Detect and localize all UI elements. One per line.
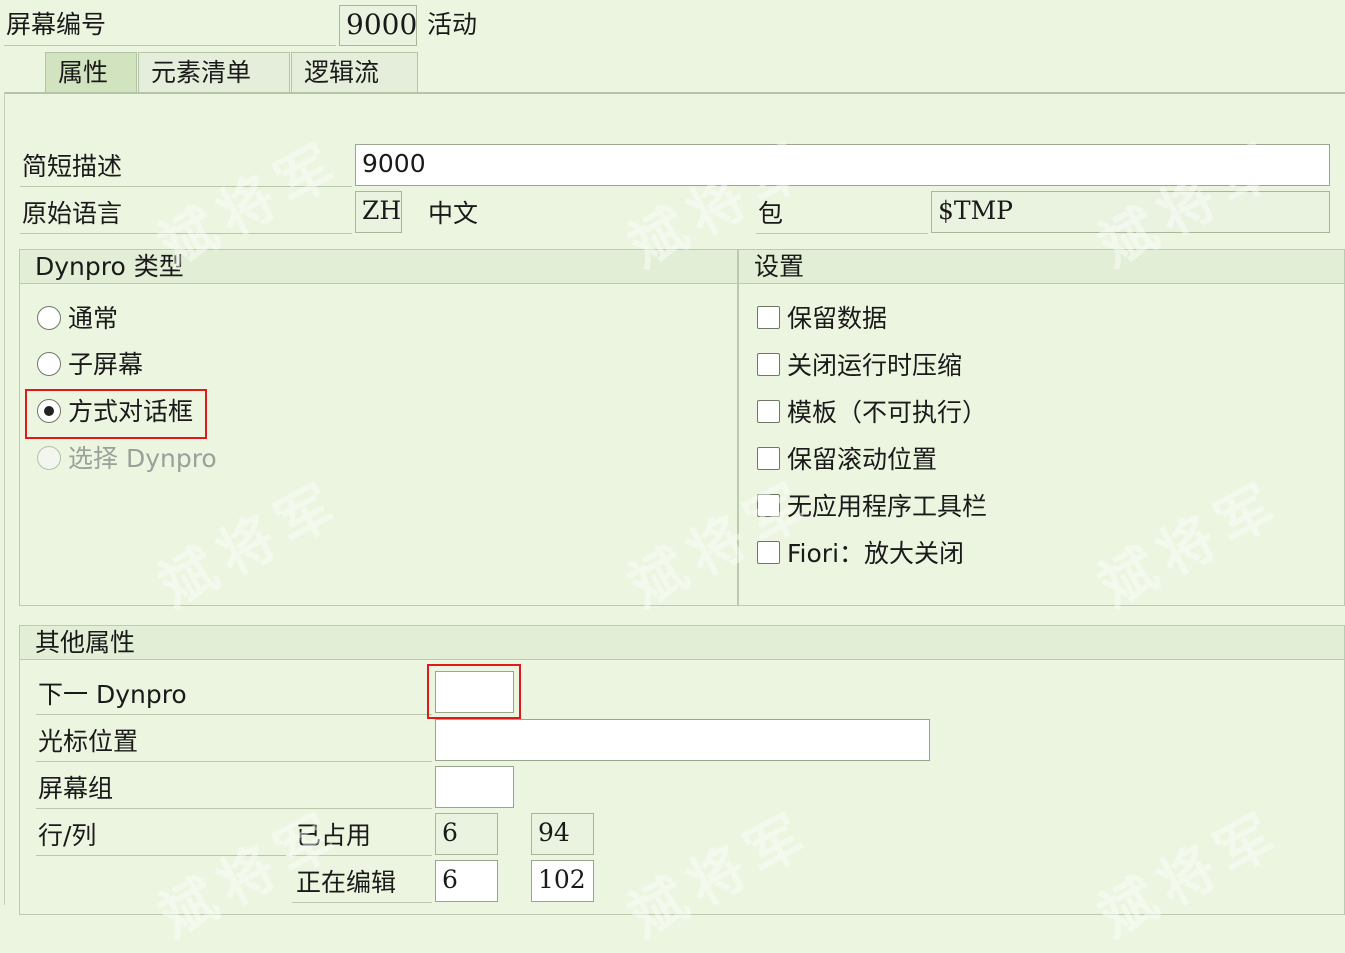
tab-panel-left-border (4, 92, 5, 905)
cursor-position-label: 光标位置 (38, 727, 139, 756)
checkbox-runtime-compression[interactable] (757, 353, 780, 376)
radio-selection-screen-label: 选择 Dynpro (68, 444, 217, 473)
short-description-underline (20, 186, 352, 187)
screen-number-field[interactable]: 9000 (339, 5, 417, 46)
checkbox-runtime-compression-label: 关闭运行时压缩 (787, 351, 963, 380)
checkbox-hold-data-label: 保留数据 (787, 304, 888, 333)
highlight-box-modal-dialog (25, 389, 207, 439)
checkbox-hold-scroll[interactable] (757, 447, 780, 470)
checkbox-fiori-zoom-close-label: Fiori：放大关闭 (787, 539, 965, 568)
radio-subscreen[interactable] (37, 352, 61, 376)
short-description-input[interactable]: 9000 (355, 144, 1330, 186)
rows-columns-label: 行/列 (38, 821, 97, 850)
screen-group-input[interactable] (435, 766, 514, 808)
checkbox-hold-data[interactable] (757, 306, 780, 329)
occupied-underline (292, 855, 432, 856)
package-underline (756, 233, 928, 234)
original-language-field[interactable]: ZH (355, 191, 402, 233)
rows-columns-underline (36, 855, 286, 856)
original-language-label: 原始语言 (22, 199, 123, 228)
checkbox-no-toolbar[interactable] (757, 494, 780, 517)
occupied-rows-field[interactable]: 6 (435, 813, 498, 855)
tab-element-list-label: 元素清单 (151, 58, 252, 87)
editing-columns-input[interactable]: 102 (531, 860, 594, 902)
package-field[interactable]: $TMP (931, 191, 1330, 233)
other-attributes-group: 其他属性 (19, 625, 1345, 915)
original-language-text: 中文 (428, 199, 479, 228)
next-dynpro-label: 下一 Dynpro (38, 680, 187, 709)
highlight-box-next-dynpro (427, 664, 521, 719)
radio-normal-label: 通常 (68, 304, 119, 333)
other-attributes-title: 其他属性 (20, 626, 1344, 660)
tab-flow-logic-label: 逻辑流 (304, 58, 380, 87)
editing-label: 正在编辑 (296, 868, 397, 897)
dynpro-type-title: Dynpro 类型 (20, 250, 737, 284)
screen-group-label: 屏幕组 (38, 774, 114, 803)
short-description-label: 简短描述 (22, 152, 123, 181)
checkbox-hold-scroll-label: 保留滚动位置 (787, 445, 938, 474)
radio-subscreen-label: 子屏幕 (68, 350, 144, 379)
checkbox-template[interactable] (757, 400, 780, 423)
checkbox-fiori-zoom-close[interactable] (757, 541, 780, 564)
editing-underline (292, 902, 432, 903)
status-label: 活动 (427, 10, 478, 39)
checkbox-no-toolbar-label: 无应用程序工具栏 (787, 492, 988, 521)
occupied-columns-field[interactable]: 94 (531, 813, 594, 855)
screen-number-underline (4, 45, 336, 46)
editing-rows-input[interactable]: 6 (435, 860, 498, 902)
radio-normal[interactable] (37, 306, 61, 330)
checkbox-template-label: 模板（不可执行） (787, 398, 988, 427)
screen-group-underline (36, 808, 432, 809)
tab-attributes-label: 属性 (58, 58, 109, 87)
radio-selection-screen (37, 446, 61, 470)
original-language-underline (20, 233, 352, 234)
cursor-position-input[interactable] (435, 719, 930, 761)
tab-flow-logic[interactable]: 逻辑流 (291, 52, 418, 93)
screen-number-label: 屏幕编号 (6, 10, 107, 39)
settings-title: 设置 (739, 250, 1344, 284)
next-dynpro-underline (36, 714, 432, 715)
tab-panel-top-border (4, 92, 1345, 94)
occupied-label: 已占用 (296, 821, 372, 850)
tab-element-list[interactable]: 元素清单 (138, 52, 290, 93)
tab-attributes[interactable]: 属性 (45, 52, 137, 93)
package-label: 包 (758, 199, 784, 228)
cursor-position-underline (36, 761, 432, 762)
